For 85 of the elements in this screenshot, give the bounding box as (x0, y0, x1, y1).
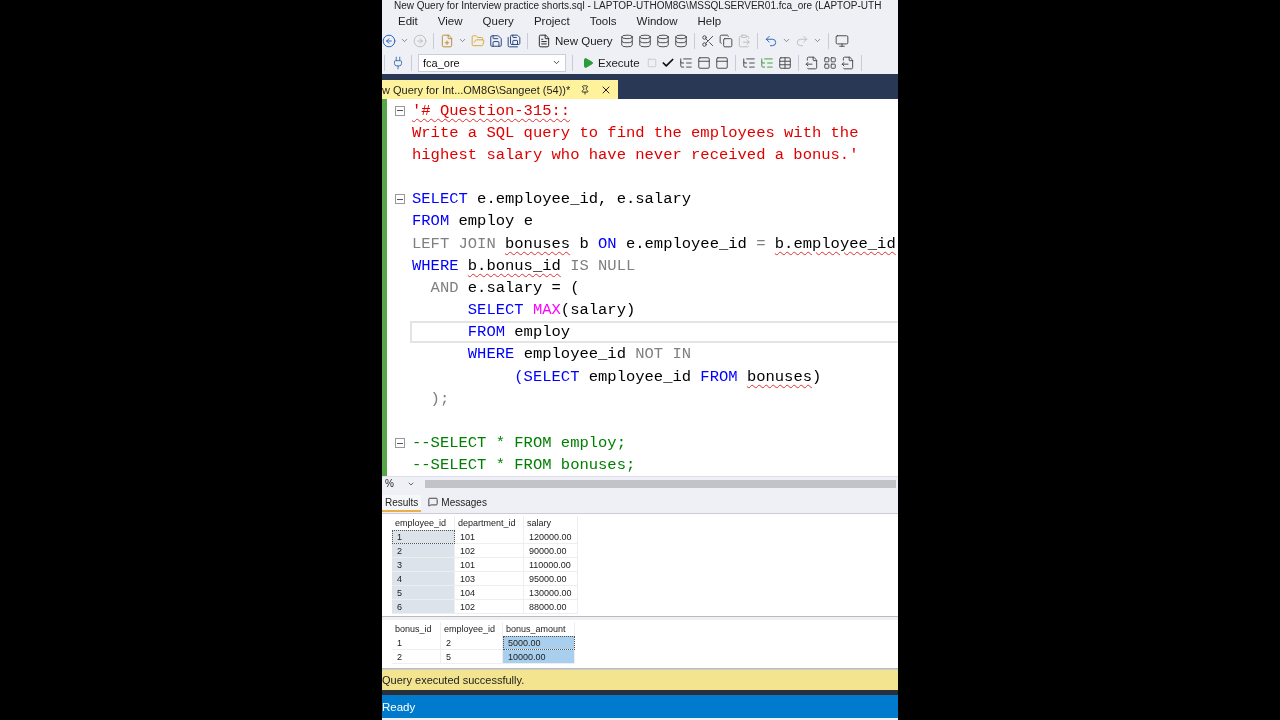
database-icon[interactable] (619, 33, 634, 48)
pin-icon[interactable] (580, 85, 591, 95)
database-dropdown[interactable]: fca_ore (418, 53, 566, 72)
menu-item[interactable]: View (427, 14, 473, 27)
new-query-button[interactable]: New Query (534, 30, 616, 51)
window-title: New Query for Interview practice shorts.sql - LAPTOP-UTHOM8G\MSSQLSERVER01.fca_ore (LAPTOP-UTH (394, 0, 882, 12)
copy-icon[interactable] (718, 33, 733, 48)
code-line: (SELECT employee_id FROM bonuses) (513, 366, 823, 388)
grid-cell[interactable]: 3 (392, 558, 455, 573)
undo-icon[interactable] (763, 33, 778, 48)
grid-cell[interactable]: 101 (455, 558, 524, 573)
code-line: FROM employ e (411, 211, 534, 233)
grid-cell[interactable]: 101 (455, 530, 524, 545)
code-line: WHERE employee_id NOT IN (466, 344, 693, 366)
back-icon[interactable] (382, 33, 396, 48)
grid-cell[interactable]: 2 (392, 650, 441, 665)
grid-cell[interactable]: 102 (455, 544, 524, 559)
code-line: LEFT JOIN bonuses b ON e.employee_id = b.employee_id (411, 233, 897, 255)
grid-cell[interactable]: 2 (441, 636, 503, 651)
results-to-file-icon[interactable] (840, 55, 855, 70)
grid-cell[interactable]: 90000.00 (524, 544, 578, 559)
grid-cell[interactable]: 120000.00 (524, 530, 578, 545)
grid-cell[interactable]: 5000.00 (503, 636, 575, 651)
document-icon (537, 33, 551, 48)
grid-cell[interactable]: 10000.00 (503, 650, 575, 665)
database-icon[interactable] (637, 33, 652, 48)
results-tab[interactable]: Results (382, 494, 422, 512)
grid-cell[interactable]: 6 (392, 600, 455, 615)
menu-item[interactable]: Tools (579, 14, 627, 27)
horizontal-scrollbar[interactable] (425, 479, 896, 488)
code-line: Write a SQL query to find the employees with the (411, 122, 860, 144)
menu-item[interactable]: Query (472, 14, 524, 27)
collapse-icon[interactable] (394, 438, 405, 449)
save-icon[interactable] (489, 33, 503, 48)
code-line: ); (429, 388, 451, 410)
grid-cell[interactable]: 5 (392, 586, 455, 601)
code-line: --SELECT * FROM employ; (411, 433, 627, 455)
message-icon (428, 497, 439, 508)
grid-cell[interactable]: 4 (392, 572, 455, 587)
menu-item[interactable]: Edit (388, 14, 428, 27)
menu-item[interactable]: Window (626, 14, 688, 27)
grid-cell[interactable]: 102 (455, 600, 524, 615)
code-line: SELECT MAX(salary) (466, 300, 637, 322)
grid-cell[interactable]: 2 (392, 544, 455, 559)
code-editor[interactable] (382, 99, 898, 477)
grid-cell[interactable]: 110000.00 (524, 558, 578, 573)
plan-icon[interactable] (741, 55, 756, 70)
window-icon[interactable] (834, 33, 849, 48)
collapse-icon[interactable] (394, 105, 405, 116)
execute-button[interactable]: Execute (579, 52, 643, 73)
grid-cell[interactable]: 5 (441, 650, 503, 665)
status-text: Ready (382, 700, 416, 713)
menu-item[interactable]: Project (523, 14, 580, 27)
table-icon[interactable] (777, 55, 792, 70)
grid-cell[interactable]: 95000.00 (524, 572, 578, 587)
results-tab[interactable]: Messages (425, 494, 490, 512)
results-to-text-icon[interactable] (804, 55, 819, 70)
code-line: --SELECT * FROM bonuses; (411, 455, 637, 477)
grid-cell[interactable]: 1 (392, 636, 441, 651)
code-line: '# Question-315:: (411, 100, 572, 122)
code-line: highest salary who have never received a bonus.' (411, 144, 860, 166)
plan-icon[interactable] (678, 55, 693, 70)
menu-item[interactable]: Help (687, 14, 732, 27)
document-tab[interactable]: w Query for Int...OM8G\Sangeet (54))* (382, 80, 619, 100)
collapse-icon[interactable] (394, 194, 405, 205)
zoom-dropdown[interactable]: % (382, 477, 415, 490)
connect-icon[interactable] (391, 55, 405, 70)
database-icon[interactable] (655, 33, 670, 48)
code-line: FROM employ (410, 321, 898, 344)
cut-icon[interactable] (700, 33, 715, 48)
grid-cell[interactable]: 1 (392, 530, 455, 545)
grid-cell[interactable]: 104 (455, 586, 524, 601)
grid-cell[interactable]: 103 (455, 572, 524, 587)
grid-cell[interactable]: 130000.00 (524, 586, 578, 601)
play-icon (582, 56, 594, 69)
panel-icon[interactable] (714, 55, 729, 70)
message-text: Query executed successfully. (382, 674, 525, 687)
database-icon[interactable] (673, 33, 688, 48)
results-to-grid-icon[interactable] (822, 55, 837, 70)
panel-icon[interactable] (696, 55, 711, 70)
grid-cell[interactable]: 88000.00 (524, 600, 578, 615)
code-line: AND e.salary = ( (429, 277, 581, 299)
code-line: SELECT e.employee_id, e.salary (411, 189, 693, 211)
save-all-icon[interactable] (507, 33, 521, 48)
code-line: WHERE b.bonus_id IS NULL (411, 255, 637, 277)
